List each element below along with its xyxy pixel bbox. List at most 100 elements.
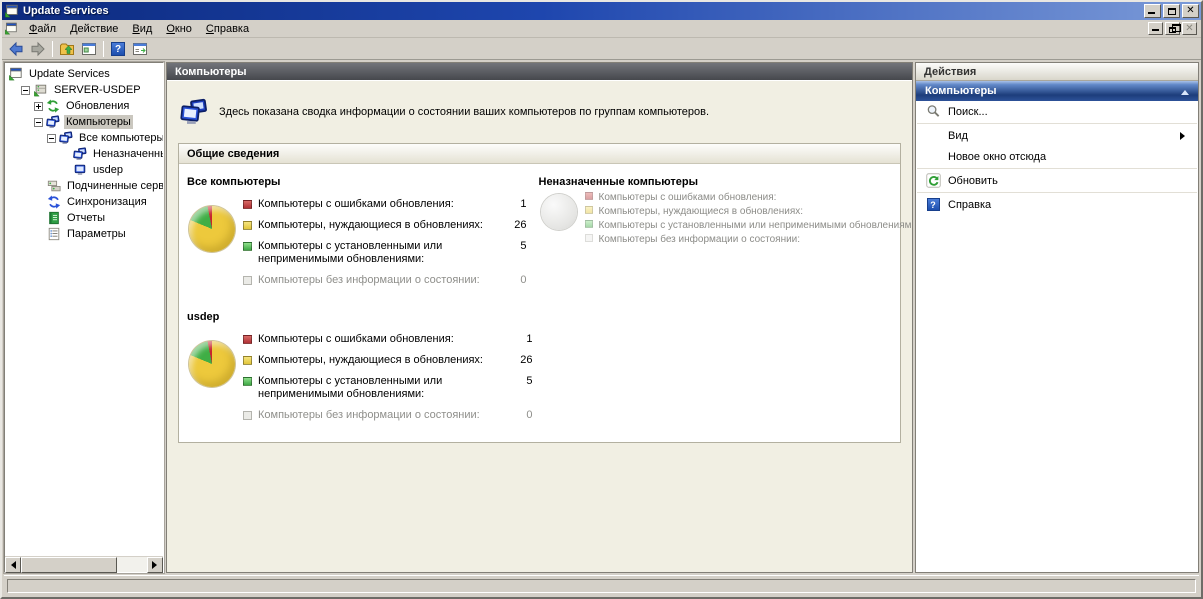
menu-action[interactable]: Действие xyxy=(63,21,125,37)
group-all-computers: Все компьютеры Компьютеры с ошибками обн… xyxy=(187,170,527,295)
tree-horizontal-scrollbar[interactable] xyxy=(5,556,163,572)
forward-arrow-icon xyxy=(30,41,46,57)
stat-row: Компьютеры с установленными или непримен… xyxy=(585,219,914,232)
back-arrow-icon xyxy=(8,41,24,57)
scroll-left-icon xyxy=(7,561,16,569)
pie-chart-unassigned xyxy=(541,194,577,230)
pie-chart-usdep xyxy=(189,341,235,387)
legend-red-swatch xyxy=(243,335,252,344)
summary-section-title: Общие сведения xyxy=(187,148,279,160)
stat-label: Компьютеры с установленными или непримен… xyxy=(258,240,499,266)
scroll-right-icon xyxy=(152,561,161,569)
stat-value: 26 xyxy=(505,354,533,366)
maximize-button[interactable] xyxy=(1163,4,1180,18)
tree-item-all-computers[interactable]: Все компьютеры xyxy=(5,130,163,146)
action-refresh[interactable]: Обновить xyxy=(916,170,1198,191)
back-button[interactable] xyxy=(5,40,27,59)
menu-view[interactable]: Вид xyxy=(125,21,159,37)
computers-large-icon xyxy=(179,98,209,126)
action-label: Обновить xyxy=(948,175,998,187)
legend-yellow-swatch xyxy=(243,356,252,365)
group-title: Неназначенные компьютеры xyxy=(539,176,891,188)
collapse-expander[interactable] xyxy=(21,86,30,95)
tree-item-server-usdep[interactable]: SERVER-USDEP xyxy=(5,82,163,98)
action-label: Новое окно отсюда xyxy=(948,151,1046,163)
tree-item-reports[interactable]: Отчеты xyxy=(5,210,163,226)
legend-yellow-swatch xyxy=(243,221,252,230)
action-new-window[interactable]: Новое окно отсюда xyxy=(916,146,1198,167)
tree-item-usdep[interactable]: usdep xyxy=(5,162,163,178)
stat-label: Компьютеры с установленными или непримен… xyxy=(599,219,914,232)
stat-value: 0 xyxy=(505,409,533,421)
computer-icon xyxy=(73,147,87,161)
stat-row: Компьютеры с установленными или непримен… xyxy=(243,375,533,401)
tree-item-update-services[interactable]: Update Services xyxy=(5,66,163,82)
stat-label: Компьютеры без информации о состоянии: xyxy=(599,233,914,246)
toolbar: ? xyxy=(2,39,1201,60)
mdi-minimize-button[interactable] xyxy=(1148,22,1163,35)
sync-icon xyxy=(47,195,61,209)
stat-value: 1 xyxy=(505,333,533,345)
summary-box: Общие сведения Все компьютеры Компьютеры… xyxy=(178,143,901,443)
scrollbar-track[interactable] xyxy=(117,557,147,572)
mdi-close-button[interactable]: ✕ xyxy=(1182,22,1197,35)
minimize-button[interactable] xyxy=(1144,4,1161,18)
show-console-tree-button[interactable] xyxy=(78,40,100,59)
console-tree: Update Services SERVER-USDEP Обновления … xyxy=(5,63,163,242)
tree-item-unassigned-computers[interactable]: Неназначенные ко xyxy=(5,146,163,162)
menu-file[interactable]: Файл xyxy=(22,21,63,37)
menubar: Файл Действие Вид Окно Справка ✕ xyxy=(2,20,1201,38)
app-icon xyxy=(4,4,19,18)
tree-item-updates[interactable]: Обновления xyxy=(5,98,163,114)
stat-row: Компьютеры без информации о состоянии: 0 xyxy=(243,274,527,287)
menu-help[interactable]: Справка xyxy=(199,21,256,37)
stat-label: Компьютеры, нуждающиеся в обновлениях: xyxy=(258,219,499,232)
action-label: Вид xyxy=(948,130,968,142)
collapse-expander[interactable] xyxy=(34,118,43,127)
action-label: Справка xyxy=(948,199,991,211)
collapse-icon xyxy=(1181,86,1189,95)
computer-icon xyxy=(73,163,87,177)
console-icon xyxy=(4,22,18,35)
tree-item-computers[interactable]: Компьютеры xyxy=(5,114,163,130)
scroll-left-button[interactable] xyxy=(5,557,21,573)
reports-icon xyxy=(47,211,61,225)
mdi-restore-button[interactable] xyxy=(1165,22,1180,35)
action-view[interactable]: Вид xyxy=(916,125,1198,146)
help-button[interactable]: ? xyxy=(107,40,129,59)
status-panel xyxy=(7,579,1196,593)
description-text: Здесь показана сводка информации о состо… xyxy=(219,106,709,118)
folder-up-icon xyxy=(59,41,75,57)
actions-group-header[interactable]: Компьютеры xyxy=(916,81,1198,101)
export-list-button[interactable] xyxy=(129,40,151,59)
updates-icon xyxy=(46,99,60,113)
action-search[interactable]: Поиск... xyxy=(916,101,1198,122)
tree-item-synchronization[interactable]: Синхронизация xyxy=(5,194,163,210)
stat-label: Компьютеры, нуждающиеся в обновлениях: xyxy=(599,205,914,218)
stat-label: Компьютеры с установленными или непримен… xyxy=(258,375,505,401)
statusbar xyxy=(4,575,1199,595)
scrollbar-thumb[interactable] xyxy=(21,557,117,573)
options-icon xyxy=(47,227,61,241)
stat-value: 5 xyxy=(499,240,527,252)
scroll-right-button[interactable] xyxy=(147,557,163,573)
legend-gray-swatch xyxy=(243,411,252,420)
stat-label: Компьютеры с ошибками обновления: xyxy=(258,198,499,211)
legend-gray-swatch xyxy=(243,276,252,285)
up-one-level-button[interactable] xyxy=(56,40,78,59)
tree-item-options[interactable]: Параметры xyxy=(5,226,163,242)
legend-green-swatch xyxy=(243,377,252,386)
expand-expander[interactable] xyxy=(34,102,43,111)
action-help[interactable]: ? Справка xyxy=(916,194,1198,215)
pie-chart-all-computers xyxy=(189,206,235,252)
action-label: Поиск... xyxy=(948,106,988,118)
collapse-expander[interactable] xyxy=(47,134,56,143)
refresh-icon xyxy=(926,173,941,188)
stat-label: Компьютеры без информации о состоянии: xyxy=(258,409,505,422)
console-root-icon xyxy=(8,67,23,81)
close-button[interactable]: ✕ xyxy=(1182,4,1199,18)
forward-button[interactable] xyxy=(27,40,49,59)
tree-item-downstream-servers[interactable]: Подчиненные серверы xyxy=(5,178,163,194)
menu-window[interactable]: Окно xyxy=(159,21,199,37)
stat-row: Компьютеры с ошибками обновления: 0 xyxy=(585,191,914,204)
